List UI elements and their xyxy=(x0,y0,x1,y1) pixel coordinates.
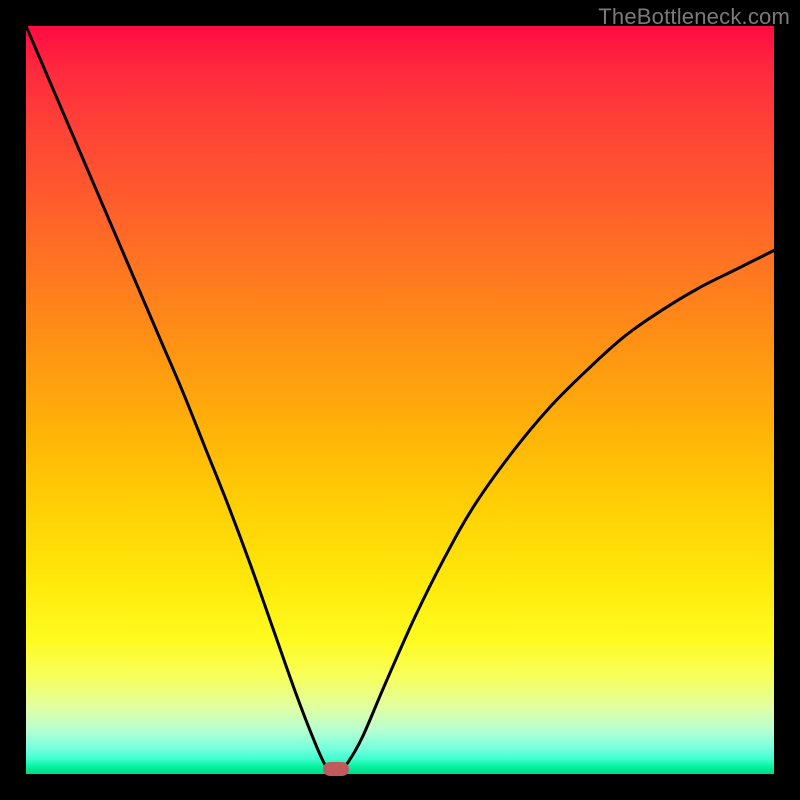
chart-frame: TheBottleneck.com xyxy=(0,0,800,800)
optimum-marker xyxy=(323,762,349,776)
plot-area xyxy=(26,26,774,774)
bottleneck-curve xyxy=(26,26,774,774)
